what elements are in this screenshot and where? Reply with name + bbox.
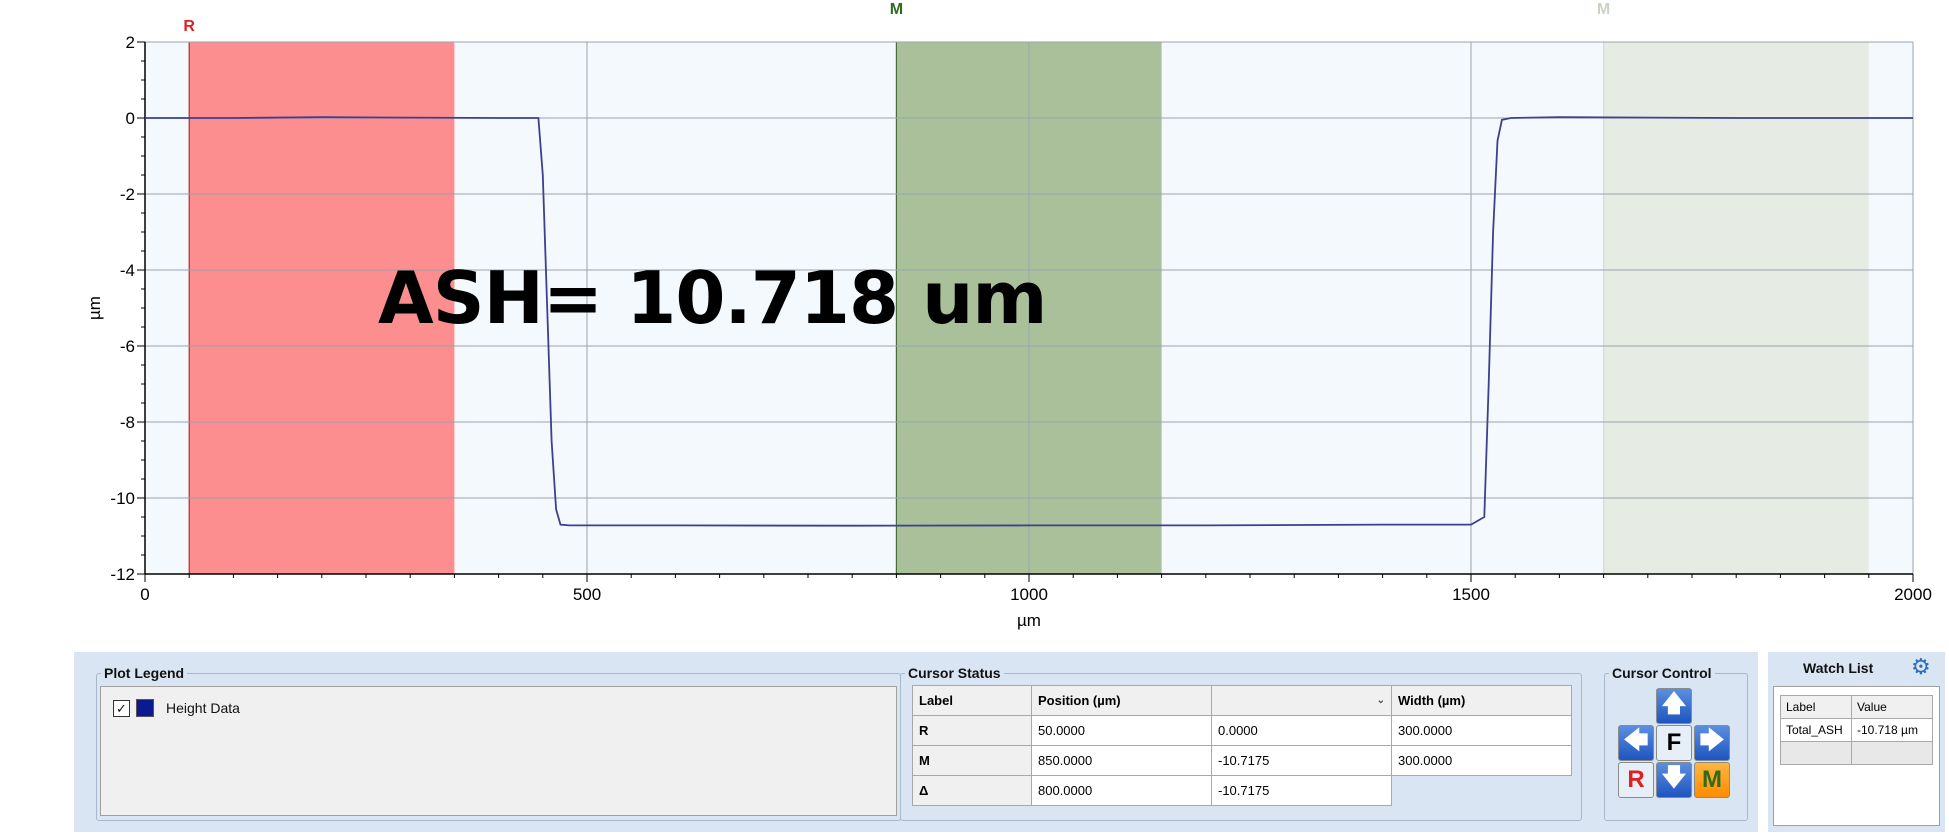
watch-empty-cell [1780,741,1852,765]
watch-list-panel: Watch List ⚙ Label Value Total_ASH -10.7… [1768,652,1945,832]
plot-legend-group: Plot Legend ✓ Height Data [96,665,901,821]
watch-header-label: Label [1780,695,1852,719]
legend-swatch [136,699,154,717]
row-label: M [912,745,1032,776]
watch-list-box: Label Value Total_ASH -10.718 µm [1773,686,1940,826]
watch-row-value: -10.718 µm [1851,718,1933,742]
m-width-cell[interactable]: 300.0000 [1391,745,1572,776]
move-right-button[interactable]: 🡆 [1694,725,1730,761]
delta-width-cell [1391,775,1572,806]
legend-checkbox[interactable]: ✓ [113,699,130,717]
watch-empty-cell [1851,741,1933,765]
r-value-cell: 0.0000 [1211,715,1392,746]
gear-icon[interactable]: ⚙ [1911,654,1931,680]
m-value-cell: -10.7175 [1211,745,1392,776]
move-left-button[interactable]: 🡄 [1618,725,1654,761]
y-tick-label: -8 [120,413,135,432]
table-row: Δ 800.0000 -10.7175 [912,775,1572,806]
header-width: Width (µm) [1391,685,1572,716]
cursor-label-r[interactable]: R [183,18,195,35]
table-row[interactable] [1780,741,1933,765]
m-position-cell[interactable]: 850.0000 [1031,745,1212,776]
row-label: Δ [912,775,1032,806]
header-position: Position (µm) [1031,685,1212,716]
watch-list-title: Watch List [1803,660,1874,676]
x-tick-label: 1000 [1010,585,1048,604]
x-tick-label: 2000 [1894,585,1932,604]
move-down-button[interactable]: 🡇 [1656,762,1692,798]
y-tick-label: -6 [120,337,135,356]
plot-legend-title: Plot Legend [101,665,188,681]
focus-button[interactable]: F [1656,725,1692,761]
y-tick-label: -4 [120,261,135,280]
y-tick-label: -2 [120,185,135,204]
bottom-panel: Plot Legend ✓ Height Data Cursor Status … [74,652,1758,832]
delta-value-cell: -10.7175 [1211,775,1392,806]
cursor-label-m[interactable]: M [890,1,903,18]
cursor-r-button[interactable]: R [1618,762,1654,798]
y-tick-label: 2 [126,33,135,52]
table-row: M 850.0000 -10.7175 300.0000 [912,745,1572,776]
watch-list-header-row: Label Value [1780,695,1933,719]
y-tick-label: 0 [126,109,135,128]
cursor-m-button[interactable]: M [1694,762,1730,798]
table-row[interactable]: Total_ASH -10.718 µm [1780,718,1933,742]
watch-list-table: Label Value Total_ASH -10.718 µm [1780,695,1933,765]
plot-legend-box: ✓ Height Data [100,686,897,816]
y-axis-label: µm [85,296,104,320]
chevron-down-icon: ⌄ [1376,695,1385,706]
cursor-status-table: Label Position (µm) ⌄ Width (µm) R 50.00… [912,685,1572,806]
x-axis-label: µm [1017,611,1041,630]
header-label: Label [912,685,1032,716]
cursor-band-m-2[interactable] [1603,42,1869,574]
delta-position-cell: 800.0000 [1031,775,1212,806]
watch-row-label: Total_ASH [1780,718,1852,742]
ash-annotation: ASH= 10.718 um [378,256,1047,340]
legend-item-height-data[interactable]: ✓ Height Data [113,699,240,717]
cursor-control-title: Cursor Control [1609,665,1715,681]
r-position-cell[interactable]: 50.0000 [1031,715,1212,746]
cursor-label-m[interactable]: M [1597,1,1610,18]
legend-label: Height Data [166,700,240,716]
row-label: R [912,715,1032,746]
cursor-status-group: Cursor Status Label Position (µm) ⌄ Widt… [900,665,1582,821]
y-tick-label: -12 [110,565,135,584]
table-row: R 50.0000 0.0000 300.0000 [912,715,1572,746]
x-tick-label: 500 [573,585,601,604]
value-type-dropdown[interactable]: ⌄ [1211,685,1392,716]
cursor-control-group: Cursor Control 🡅 🡄 F 🡆 R 🡇 M [1604,665,1748,821]
cursor-status-header-row: Label Position (µm) ⌄ Width (µm) [912,685,1572,716]
r-width-cell[interactable]: 300.0000 [1391,715,1572,746]
x-tick-label: 1500 [1452,585,1490,604]
watch-header-value: Value [1851,695,1933,719]
x-tick-label: 0 [140,585,149,604]
move-up-button[interactable]: 🡅 [1656,688,1692,724]
cursor-status-title: Cursor Status [905,665,1004,681]
y-tick-label: -10 [110,489,135,508]
